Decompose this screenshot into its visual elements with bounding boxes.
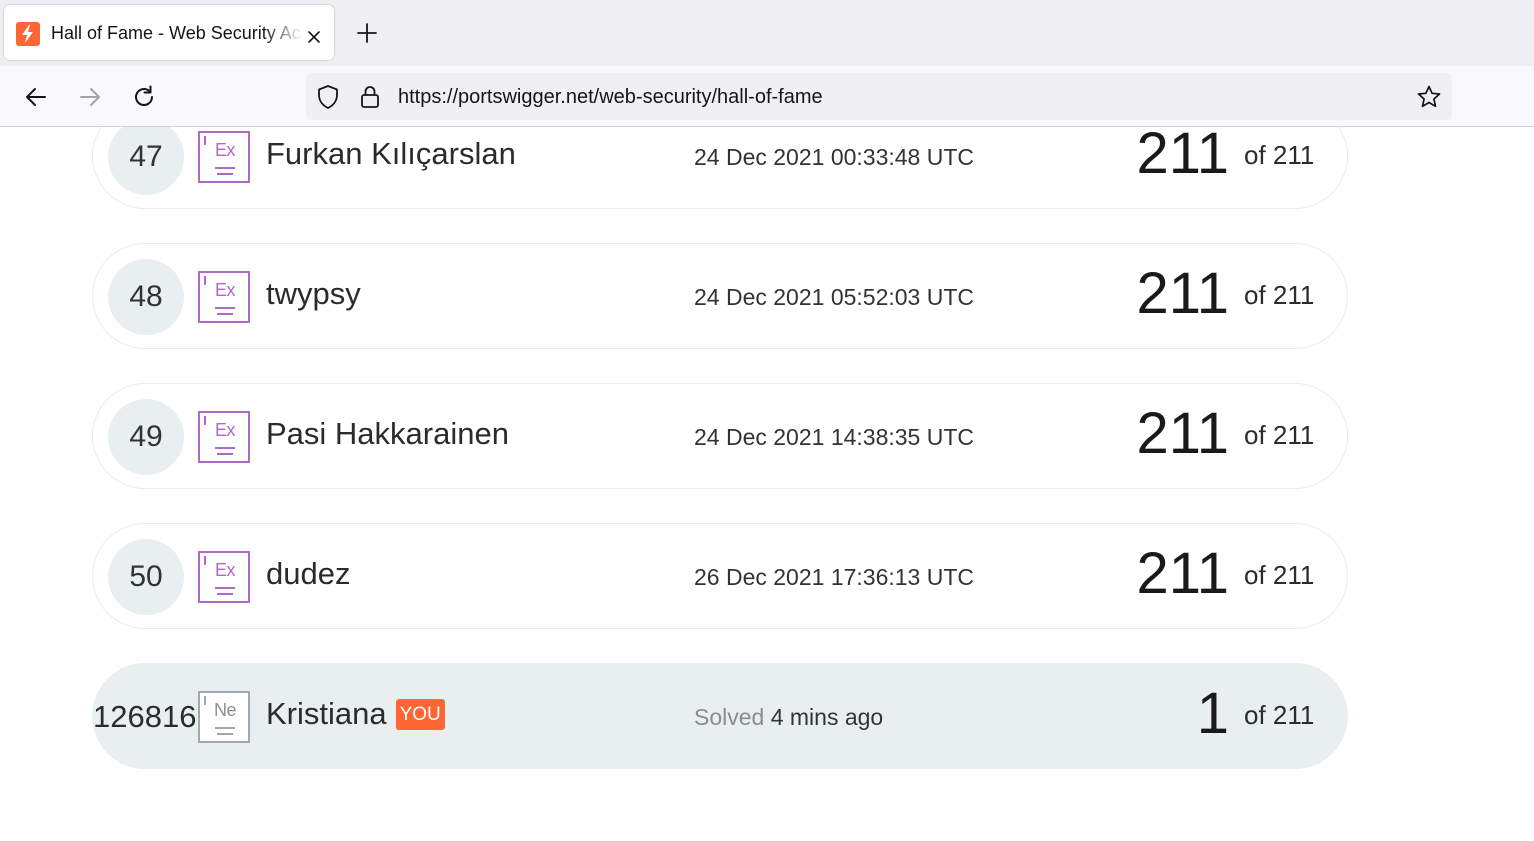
solved-label: Solved [694, 704, 765, 730]
labs-solved-count: 211 [1136, 541, 1229, 606]
rank-number: 50 [108, 539, 184, 615]
labs-solved-count: 211 [1136, 401, 1229, 466]
labs-total: of 211 [1244, 420, 1315, 450]
url-text[interactable]: https://portswigger.net/web-security/hal… [398, 86, 823, 109]
labs-solved-count: 211 [1136, 127, 1229, 186]
completion-date: 24 Dec 2021 05:52:03 UTC [694, 284, 975, 310]
plus-icon[interactable] [355, 21, 379, 45]
back-arrow-icon[interactable] [23, 84, 49, 110]
user-name: Furkan Kılıçarslan [266, 136, 516, 171]
leaderboard-row: 47 Ex Furkan Kılıçarslan 24 Dec 2021 00:… [92, 127, 1348, 209]
close-icon[interactable] [304, 27, 324, 47]
current-user-row: 126816 Ne Kristiana YOU Solved 4 mins ago… [92, 663, 1348, 769]
labs-total: of 211 [1244, 560, 1315, 590]
user-name: twypsy [266, 276, 361, 311]
rank-number: 49 [108, 399, 184, 475]
portswigger-favicon-icon [16, 22, 40, 46]
browser-tab[interactable]: Hall of Fame - Web Security Academy [4, 5, 334, 60]
lock-icon[interactable] [359, 84, 381, 110]
forward-arrow-icon[interactable] [77, 84, 103, 110]
completion-date: 26 Dec 2021 17:36:13 UTC [694, 564, 975, 590]
star-icon[interactable] [1416, 84, 1442, 110]
labs-total: of 211 [1244, 700, 1315, 730]
tab-bar: Hall of Fame - Web Security Academy [0, 0, 1534, 66]
reload-icon[interactable] [131, 84, 157, 110]
expert-level-icon: Ex [198, 131, 250, 183]
navigation-bar: https://portswigger.net/web-security/hal… [0, 66, 1534, 127]
labs-total: of 211 [1244, 280, 1315, 310]
completion-date: 24 Dec 2021 00:33:48 UTC [694, 144, 975, 170]
solved-ago: 4 mins ago [770, 704, 884, 730]
labs-total: of 211 [1244, 140, 1315, 170]
rank-number: 47 [108, 127, 184, 195]
leaderboard-row: 49 Ex Pasi Hakkarainen 24 Dec 2021 14:38… [92, 383, 1348, 489]
user-name: Kristiana [266, 696, 387, 731]
rank-number: 48 [108, 259, 184, 335]
labs-solved-count: 1 [1196, 681, 1229, 746]
expert-level-icon: Ex [198, 271, 250, 323]
completion-date: 24 Dec 2021 14:38:35 UTC [694, 424, 975, 450]
leaderboard-row: 50 Ex dudez 26 Dec 2021 17:36:13 UTC 211… [92, 523, 1348, 629]
rank-number: 126816 [93, 699, 197, 734]
url-bar[interactable]: https://portswigger.net/web-security/hal… [306, 73, 1452, 120]
user-name-block: Kristiana YOU [266, 696, 445, 732]
you-badge: YOU [395, 699, 445, 730]
shield-icon[interactable] [316, 84, 340, 110]
tab-title: Hall of Fame - Web Security Academy [51, 23, 303, 43]
hall-of-fame-list: 47 Ex Furkan Kılıçarslan 24 Dec 2021 00:… [0, 127, 1534, 841]
expert-level-icon: Ex [198, 411, 250, 463]
user-name: Pasi Hakkarainen [266, 416, 509, 451]
novice-level-icon: Ne [198, 691, 250, 743]
leaderboard-row: 48 Ex twypsy 24 Dec 2021 05:52:03 UTC 21… [92, 243, 1348, 349]
expert-level-icon: Ex [198, 551, 250, 603]
labs-solved-count: 211 [1136, 261, 1229, 326]
user-name: dudez [266, 556, 351, 591]
solved-time: Solved 4 mins ago [694, 704, 883, 731]
